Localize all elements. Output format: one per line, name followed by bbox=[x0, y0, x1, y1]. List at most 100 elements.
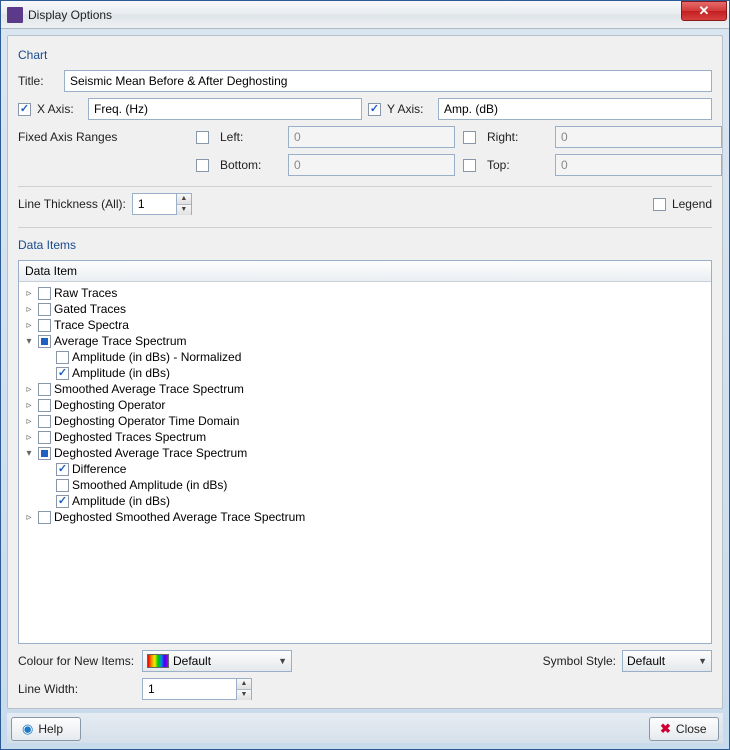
tree-item-label: Average Trace Spectrum bbox=[54, 334, 187, 348]
thickness-down[interactable]: ▼ bbox=[177, 205, 191, 215]
help-button[interactable]: ◉ Help bbox=[11, 717, 81, 741]
bottom-input[interactable] bbox=[288, 154, 455, 176]
thickness-spinner[interactable]: ▲▼ bbox=[132, 193, 192, 215]
expand-icon[interactable]: ▹ bbox=[23, 304, 35, 315]
tree-checkbox[interactable] bbox=[56, 367, 69, 380]
tree-item[interactable]: ▹ Raw Traces bbox=[21, 285, 709, 301]
tree-subitem[interactable]: ▹Difference bbox=[21, 461, 709, 477]
top-input[interactable] bbox=[555, 154, 722, 176]
tree-checkbox[interactable] bbox=[38, 415, 51, 428]
tree-item-label: Deghosting Operator bbox=[54, 398, 165, 412]
titlebar: Display Options ✕ bbox=[1, 1, 729, 29]
help-label: Help bbox=[38, 722, 63, 736]
yaxis-label: Y Axis: bbox=[387, 102, 432, 116]
tree-body[interactable]: ▹ Raw Traces▹Gated Traces▹Trace Spectra ▾ A… bbox=[19, 282, 711, 643]
tree-subitem[interactable]: ▹Smoothed Amplitude (in dBs) bbox=[21, 477, 709, 493]
tree-item[interactable]: ▹ Deghosted Smoothed Average Trace Spectr… bbox=[21, 509, 709, 525]
title-input[interactable] bbox=[64, 70, 712, 92]
tree-item[interactable]: ▹Smoothed Average Trace Spectrum bbox=[21, 381, 709, 397]
tree-item[interactable]: ▹ Deghosting Operator bbox=[21, 397, 709, 413]
thickness-label: Line Thickness (All): bbox=[18, 197, 126, 211]
help-icon: ◉ bbox=[22, 721, 33, 737]
tree-item[interactable]: ▹ Deghosting Operator Time Domain bbox=[21, 413, 709, 429]
expand-icon[interactable]: ▹ bbox=[23, 416, 35, 427]
linewidth-label: Line Width: bbox=[18, 682, 136, 696]
tree-checkbox[interactable] bbox=[38, 303, 51, 316]
content-area: Chart Title: X Axis: Y Axis: Fixed Axis … bbox=[1, 29, 729, 749]
colour-combo[interactable]: Default ▼ bbox=[142, 650, 292, 672]
thickness-input[interactable] bbox=[132, 193, 176, 215]
tree-checkbox[interactable] bbox=[56, 479, 69, 492]
expand-icon[interactable]: ▹ bbox=[23, 288, 35, 299]
dropdown-icon: ▼ bbox=[278, 656, 287, 666]
left-checkbox[interactable] bbox=[196, 131, 209, 144]
bottom-checkbox[interactable] bbox=[196, 159, 209, 172]
expand-icon[interactable]: ▹ bbox=[23, 400, 35, 411]
yaxis-input[interactable] bbox=[438, 98, 712, 120]
tree-checkbox[interactable] bbox=[56, 495, 69, 508]
close-button[interactable]: ✖ Close bbox=[649, 717, 719, 741]
linewidth-input[interactable] bbox=[142, 678, 236, 700]
right-label: Right: bbox=[487, 130, 547, 144]
legend-checkbox[interactable] bbox=[653, 198, 666, 211]
display-options-window: Display Options ✕ Chart Title: X Axis: Y… bbox=[0, 0, 730, 750]
colour-swatch-icon bbox=[147, 654, 169, 668]
tree-item-label: Smoothed Amplitude (in dBs) bbox=[72, 478, 227, 492]
yaxis-checkbox[interactable] bbox=[368, 103, 381, 116]
tree-subitem[interactable]: ▹Amplitude (in dBs) bbox=[21, 493, 709, 509]
tree-item[interactable]: ▾ Average Trace Spectrum bbox=[21, 333, 709, 349]
data-items-group-label: Data Items bbox=[18, 238, 712, 252]
tree-item[interactable]: ▾ Deghosted Average Trace Spectrum bbox=[21, 445, 709, 461]
button-bar: ◉ Help ✖ Close bbox=[7, 713, 723, 743]
tree-checkbox[interactable] bbox=[38, 511, 51, 524]
tree-item-label: Deghosted Average Trace Spectrum bbox=[54, 446, 247, 460]
tree-subitem[interactable]: ▹Amplitude (in dBs) bbox=[21, 365, 709, 381]
tree-item[interactable]: ▹ Deghosted Traces Spectrum bbox=[21, 429, 709, 445]
chart-group-label: Chart bbox=[18, 48, 712, 62]
tree-item-label: Deghosted Smoothed Average Trace Spectru… bbox=[54, 510, 305, 524]
top-label: Top: bbox=[487, 158, 547, 172]
tree-item-label: Deghosted Traces Spectrum bbox=[54, 430, 206, 444]
dropdown-icon: ▼ bbox=[698, 656, 707, 666]
tree-item[interactable]: ▹Trace Spectra bbox=[21, 317, 709, 333]
tree-checkbox[interactable] bbox=[56, 463, 69, 476]
thickness-up[interactable]: ▲ bbox=[177, 194, 191, 205]
collapse-icon[interactable]: ▾ bbox=[23, 448, 35, 459]
left-input[interactable] bbox=[288, 126, 455, 148]
tree-header: Data Item bbox=[19, 261, 711, 282]
tree-checkbox[interactable] bbox=[38, 399, 51, 412]
tree-checkbox[interactable] bbox=[38, 383, 51, 396]
tree-subitem[interactable]: ▹Amplitude (in dBs) - Normalized bbox=[21, 349, 709, 365]
tree-item-label: Amplitude (in dBs) - Normalized bbox=[72, 350, 241, 364]
tree-checkbox[interactable] bbox=[38, 431, 51, 444]
expand-icon[interactable]: ▹ bbox=[23, 432, 35, 443]
tree-item-label: Deghosting Operator Time Domain bbox=[54, 414, 239, 428]
right-checkbox[interactable] bbox=[463, 131, 476, 144]
expand-icon[interactable]: ▹ bbox=[23, 512, 35, 523]
top-checkbox[interactable] bbox=[463, 159, 476, 172]
tree-checkbox[interactable] bbox=[38, 319, 51, 332]
tree-checkbox[interactable] bbox=[56, 351, 69, 364]
linewidth-spinner[interactable]: ▲▼ bbox=[142, 678, 252, 700]
tree-checkbox[interactable] bbox=[38, 287, 51, 300]
app-icon bbox=[7, 7, 23, 23]
collapse-icon[interactable]: ▾ bbox=[23, 336, 35, 347]
linewidth-down[interactable]: ▼ bbox=[237, 690, 251, 700]
tree-checkbox[interactable] bbox=[38, 447, 51, 460]
window-close-button[interactable]: ✕ bbox=[681, 1, 727, 21]
close-label: Close bbox=[676, 722, 707, 736]
tree-item[interactable]: ▹Gated Traces bbox=[21, 301, 709, 317]
expand-icon[interactable]: ▹ bbox=[23, 320, 35, 331]
close-icon: ✖ bbox=[660, 721, 671, 737]
tree-item-label: Difference bbox=[72, 462, 126, 476]
tree-item-label: Raw Traces bbox=[54, 286, 117, 300]
right-input[interactable] bbox=[555, 126, 722, 148]
window-title: Display Options bbox=[28, 8, 681, 22]
symbol-combo[interactable]: Default ▼ bbox=[622, 650, 712, 672]
expand-icon[interactable]: ▹ bbox=[23, 384, 35, 395]
xaxis-input[interactable] bbox=[88, 98, 362, 120]
tree-checkbox[interactable] bbox=[38, 335, 51, 348]
linewidth-up[interactable]: ▲ bbox=[237, 679, 251, 690]
symbol-value: Default bbox=[627, 654, 694, 668]
xaxis-checkbox[interactable] bbox=[18, 103, 31, 116]
